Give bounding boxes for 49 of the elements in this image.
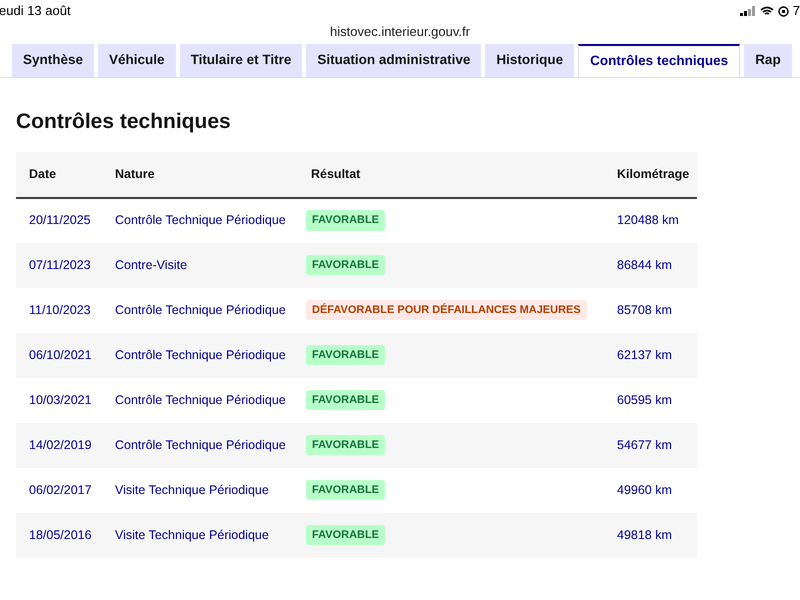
result-badge: FAVORABLE bbox=[306, 254, 386, 276]
table-cell: Contrôle Technique Périodique bbox=[102, 422, 298, 468]
table-cell: 11/10/2023 bbox=[16, 288, 102, 332]
table-cell: 14/02/2019 bbox=[16, 422, 102, 468]
result-badge: DÉFAVORABLE POUR DÉFAILLANCES MAJEURES bbox=[306, 300, 587, 320]
table-cell: 120488 km bbox=[604, 198, 697, 242]
result-badge: FAVORABLE bbox=[306, 210, 386, 231]
signal-icon bbox=[740, 6, 756, 16]
table-cell: 20/11/2025 bbox=[16, 198, 102, 242]
table-cell: 54677 km bbox=[604, 422, 697, 468]
result-badge: FAVORABLE bbox=[306, 480, 386, 500]
tab[interactable]: Contrôles techniques bbox=[578, 44, 740, 77]
tab[interactable]: Historique bbox=[485, 44, 574, 77]
table-cell: Contrôle Technique Périodique bbox=[102, 288, 298, 332]
table-cell: 60595 km bbox=[604, 378, 697, 422]
table-cell: Contrôle Technique Périodique bbox=[102, 332, 298, 378]
table-cell: Contre-Visite bbox=[102, 242, 298, 288]
result-badge: FAVORABLE bbox=[306, 434, 386, 456]
tab[interactable]: Situation administrative bbox=[306, 44, 482, 77]
table-cell: Visite Technique Périodique bbox=[102, 468, 298, 512]
section-title: Contrôles techniques bbox=[16, 109, 232, 135]
table-cell: 86844 km bbox=[604, 242, 697, 288]
column-header: Nature bbox=[102, 152, 298, 198]
tab[interactable]: Véhicule bbox=[98, 44, 176, 77]
column-header: Date bbox=[16, 152, 102, 198]
table-cell: 06/02/2017 bbox=[16, 468, 102, 512]
column-header: Kilométrage bbox=[604, 152, 697, 198]
address-url[interactable]: histovec.interieur.gouv.fr bbox=[330, 22, 470, 42]
table-cell: Visite Technique Périodique bbox=[102, 512, 298, 558]
table-cell: 49960 km bbox=[604, 468, 697, 512]
table-cell: Contrôle Technique Périodique bbox=[102, 198, 298, 242]
table-cell: 62137 km bbox=[604, 332, 697, 378]
tab[interactable]: Rap bbox=[744, 44, 792, 77]
table-cell: Contrôle Technique Périodique bbox=[102, 378, 298, 422]
table-cell: 10/03/2021 bbox=[16, 378, 102, 422]
column-header: Résultat bbox=[298, 152, 604, 198]
result-badge: FAVORABLE bbox=[306, 524, 386, 546]
table-cell: 49818 km bbox=[604, 512, 697, 558]
result-badge: FAVORABLE bbox=[306, 344, 386, 366]
table-cell: 18/05/2016 bbox=[16, 512, 102, 558]
table-cell: 06/10/2021 bbox=[16, 332, 102, 378]
result-badge: FAVORABLE bbox=[306, 390, 386, 410]
table-cell: 85708 km bbox=[604, 288, 697, 332]
tab[interactable]: Titulaire et Titre bbox=[180, 44, 302, 77]
tab[interactable]: Synthèse bbox=[12, 44, 94, 77]
wifi-icon bbox=[760, 6, 774, 16]
table-cell: 07/11/2023 bbox=[16, 242, 102, 288]
status-time: 7 bbox=[792, 2, 800, 20]
rotation-lock-icon bbox=[778, 6, 789, 16]
